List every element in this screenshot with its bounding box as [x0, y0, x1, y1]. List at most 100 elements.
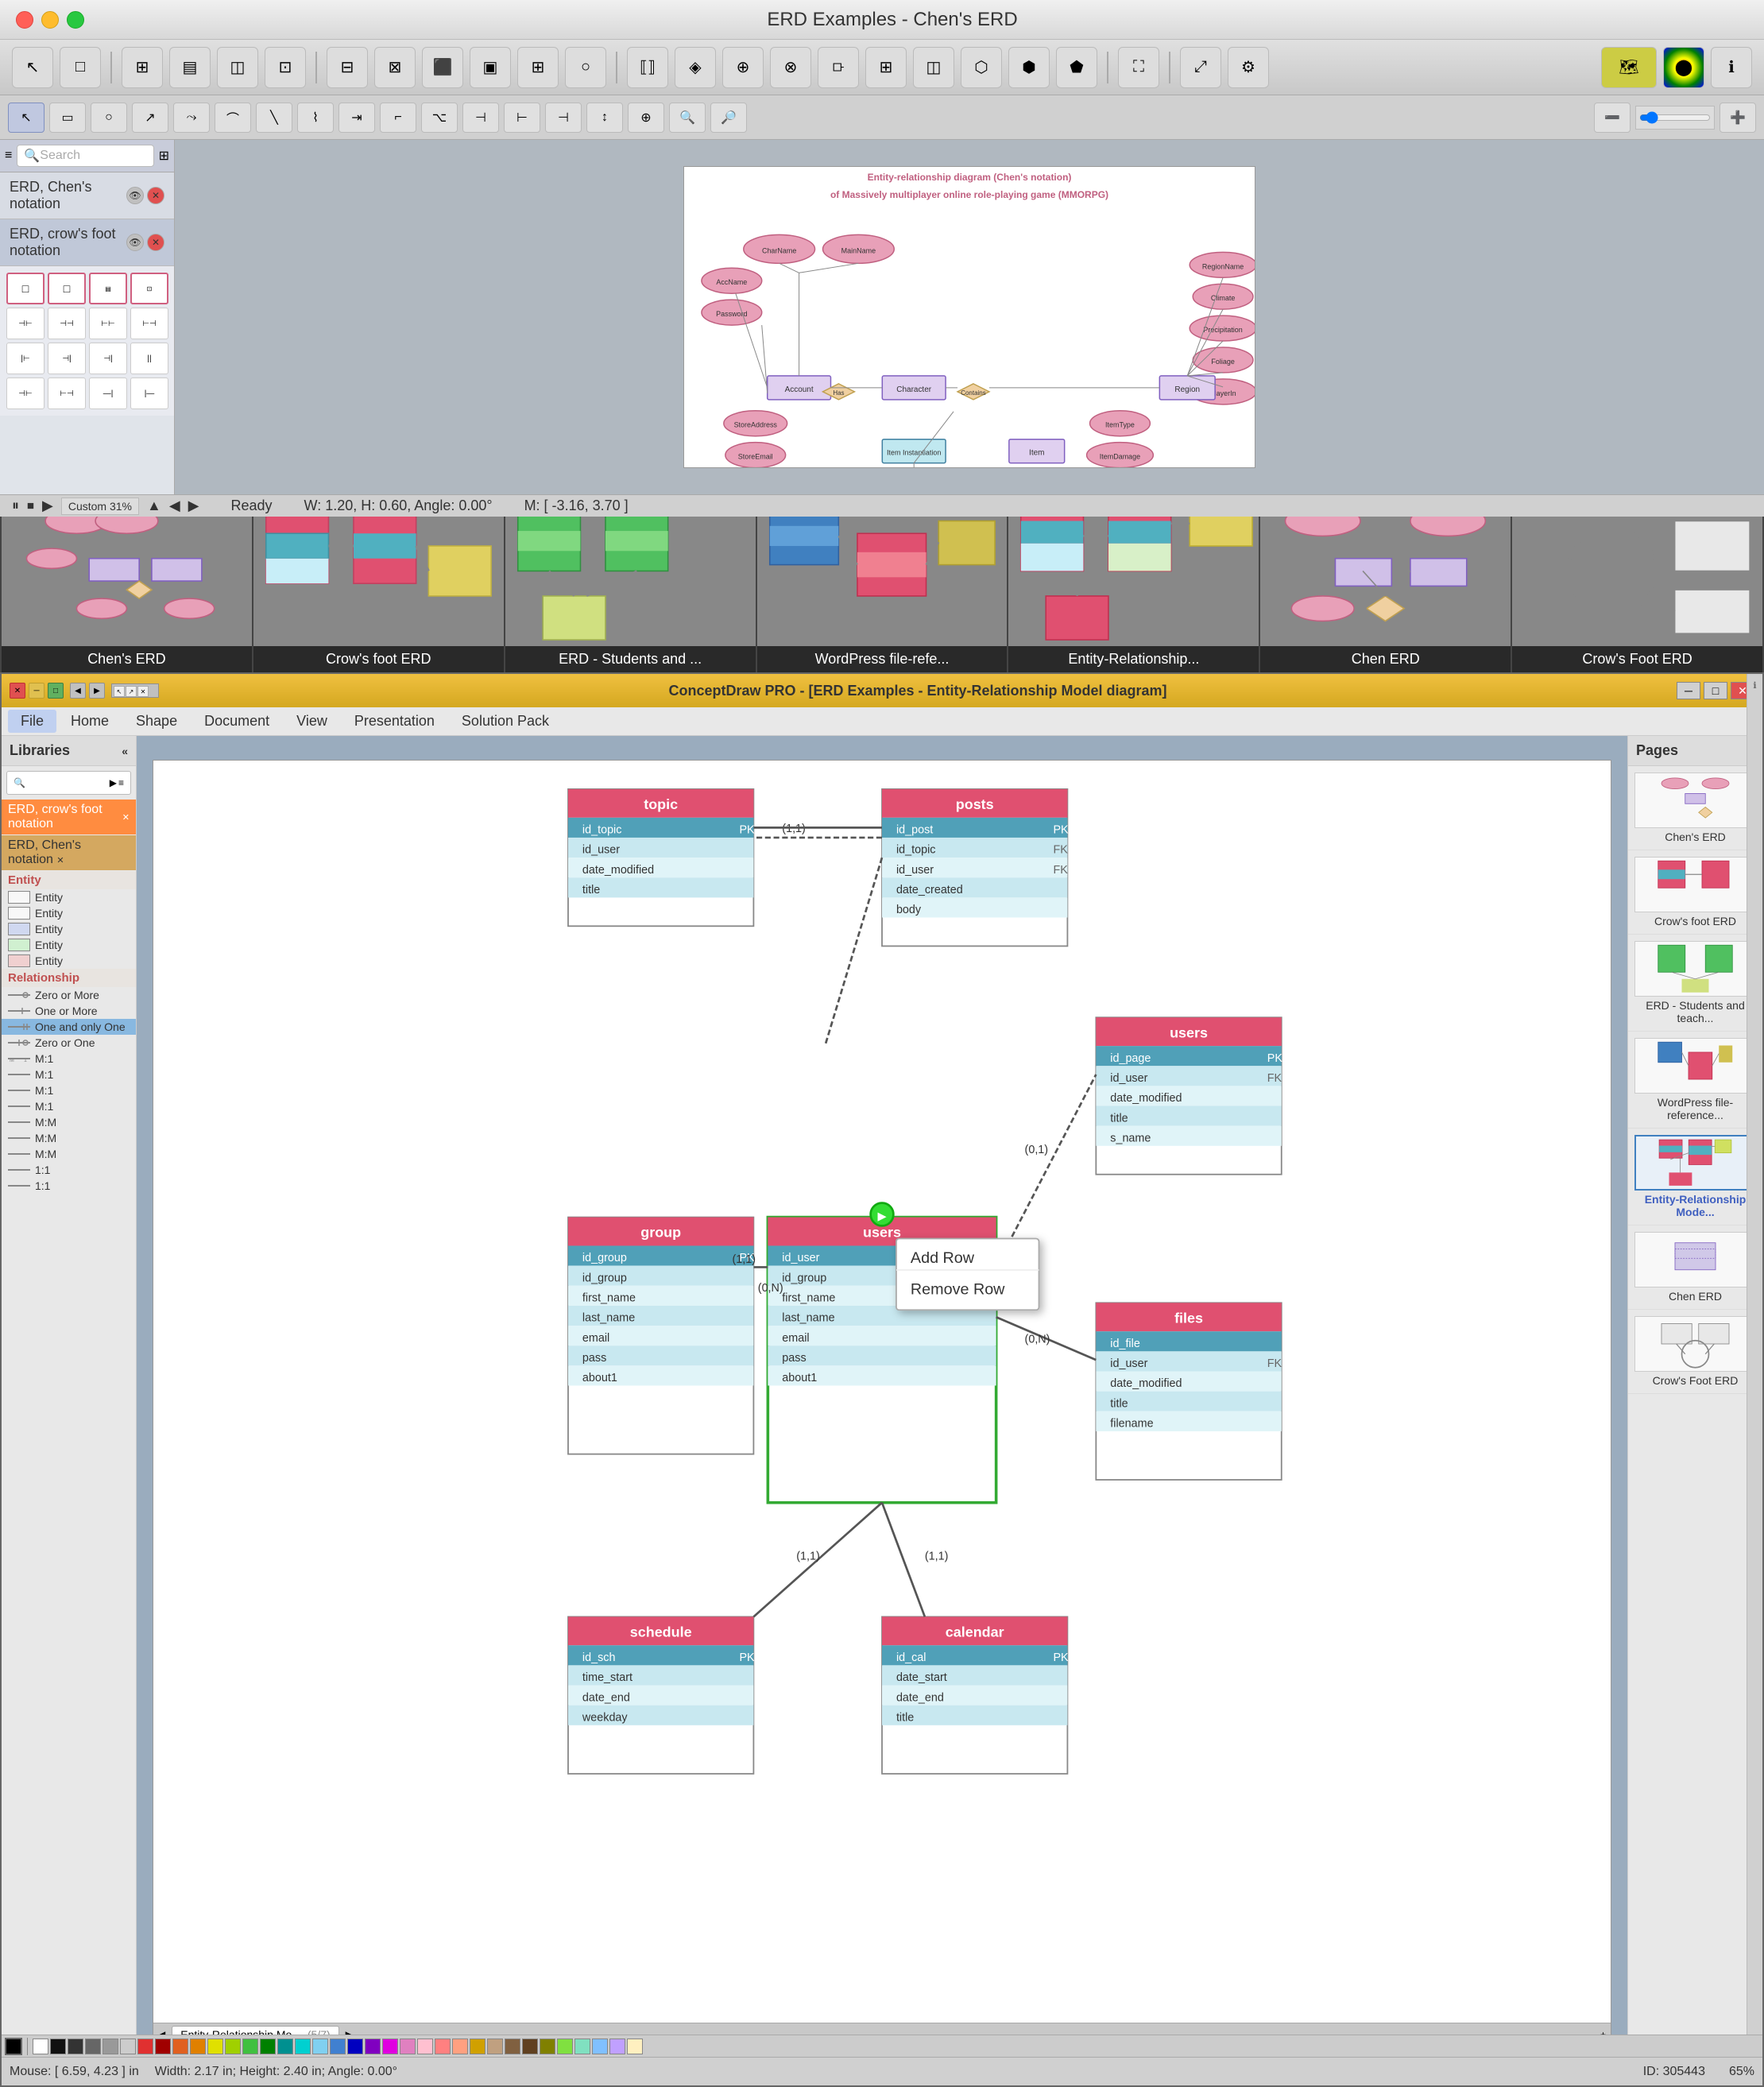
win-canvas-area[interactable]: posts id_post PK id_topic FK id_user FK …	[137, 736, 1627, 2085]
palette-blue[interactable]	[330, 2039, 346, 2054]
palette-light-pink[interactable]	[417, 2039, 433, 2054]
toolbar-icon-view[interactable]: ▤	[169, 47, 211, 88]
palette-yellow-green[interactable]	[225, 2039, 241, 2054]
toolbar-icon-pointer[interactable]: ↖	[12, 47, 53, 88]
search-list-icon[interactable]: ≡	[118, 777, 124, 788]
lib-entity-3[interactable]: Entity	[2, 921, 136, 937]
lib-rel-zero-one[interactable]: Zero or One	[2, 1035, 136, 1051]
win-nav-left-btn[interactable]: ◀	[70, 683, 86, 699]
tool-elbow[interactable]: ⌐	[380, 103, 416, 133]
toolbar-icon-4[interactable]: ⊡	[265, 47, 306, 88]
lib-mm-3[interactable]: M:M	[2, 1146, 136, 1162]
thumbnail-crows-foot[interactable]: Crow's foot ERD	[253, 517, 505, 672]
lib-m1-4[interactable]: M:1	[2, 1098, 136, 1114]
palette-rose[interactable]	[435, 2039, 451, 2054]
win-strip-btn-2[interactable]: ↗	[126, 686, 137, 697]
expand-icon[interactable]: ▲	[147, 498, 161, 514]
palette-dark-green[interactable]	[260, 2039, 276, 2054]
lib-m1-3[interactable]: M:1	[2, 1082, 136, 1098]
palette-yellow[interactable]	[207, 2039, 223, 2054]
palette-light-gray[interactable]	[103, 2039, 118, 2054]
tool-select[interactable]: ↖	[8, 103, 44, 133]
quality-select[interactable]: Custom 31%	[61, 498, 139, 515]
close-button[interactable]	[16, 11, 33, 29]
page-thumb-students[interactable]: ERD - Students and teach...	[1628, 935, 1762, 1032]
tool-9[interactable]: ↕	[586, 103, 623, 133]
toolbar-icon-3[interactable]: ◫	[217, 47, 258, 88]
stop-btn[interactable]: ⏹	[27, 498, 34, 514]
thumbnail-wordpress[interactable]: WordPress file-refe...	[757, 517, 1009, 672]
toolbar-icon-rect[interactable]: □	[60, 47, 101, 88]
lib-rel-one-more[interactable]: One or More	[2, 1003, 136, 1019]
page-thumb-crow[interactable]: Crow's foot ERD	[1628, 850, 1762, 935]
lib-11-2[interactable]: 1:1	[2, 1178, 136, 1194]
shape-crow-4[interactable]: ⊢⊣	[130, 308, 168, 339]
palette-magenta[interactable]	[382, 2039, 398, 2054]
tool-zoom-out[interactable]: 🔎	[710, 103, 747, 133]
toolbar-icon-grid[interactable]: ⊞	[122, 47, 163, 88]
sidebar-group-crow-eye[interactable]: 👁	[126, 234, 144, 251]
tool-connect[interactable]: ⤳	[173, 103, 210, 133]
toolbar-icon-9[interactable]: ⊞	[517, 47, 559, 88]
win-strip-btn-1[interactable]: ↖	[114, 686, 125, 697]
lib-mm-1[interactable]: M:M	[2, 1114, 136, 1130]
shape-entity-4[interactable]: ⊡	[130, 273, 168, 304]
shape-crow-10[interactable]: ⊢⊣	[48, 378, 86, 409]
palette-olive[interactable]	[540, 2039, 555, 2054]
palette-silver[interactable]	[120, 2039, 136, 2054]
fullscreen-button[interactable]	[67, 11, 84, 29]
lib-group-crow[interactable]: ERD, crow's foot notation ✕	[2, 800, 136, 834]
pause-btn[interactable]: ⏸	[12, 498, 19, 514]
palette-white[interactable]	[33, 2039, 48, 2054]
shape-crow-8[interactable]: ||	[130, 343, 168, 374]
lib-entity-1[interactable]: Entity	[2, 889, 136, 905]
tool-arrow[interactable]: ↗	[132, 103, 168, 133]
sidebar-filter-icon[interactable]: ⊞	[159, 148, 169, 164]
page-thumb-entity-rel[interactable]: Entity-Relationship Mode...	[1628, 1129, 1762, 1225]
palette-gray[interactable]	[85, 2039, 101, 2054]
lib-m1-1[interactable]: M1 M:1	[2, 1051, 136, 1067]
tool-10[interactable]: ⊕	[628, 103, 664, 133]
toolbar-icon-13[interactable]: ⊕	[722, 47, 764, 88]
shape-crow-2[interactable]: ⊣⊣	[48, 308, 86, 339]
sidebar-group-chen-close[interactable]: ✕	[147, 187, 164, 204]
toolbar-icon-19[interactable]: ⬢	[1008, 47, 1050, 88]
palette-brown[interactable]	[505, 2039, 520, 2054]
next-icon[interactable]: ▶	[188, 498, 199, 514]
palette-tan[interactable]	[487, 2039, 503, 2054]
sidebar-group-crow[interactable]: ERD, crow's foot notation 👁 ✕	[0, 219, 174, 266]
toolbar-icon-zoom-fit[interactable]: ⛶	[1118, 47, 1159, 88]
toolbar-icon-7[interactable]: ⬛	[422, 47, 463, 88]
tool-rect[interactable]: ▭	[49, 103, 86, 133]
play-btn[interactable]: ▶	[42, 498, 53, 514]
lib-rel-one-only[interactable]: One and only One	[2, 1019, 136, 1035]
win-strip-btn-3[interactable]: ✕	[137, 686, 149, 697]
sidebar-search-field[interactable]: 🔍 Search	[17, 145, 153, 167]
menu-presentation[interactable]: Presentation	[342, 710, 447, 733]
shape-crow-12[interactable]: |—	[130, 378, 168, 409]
shape-crow-6[interactable]: ⊣|	[48, 343, 86, 374]
toolbar-icon-8[interactable]: ▣	[470, 47, 511, 88]
shape-crow-1[interactable]: ⊣⊢	[6, 308, 44, 339]
sidebar-group-crow-close[interactable]: ✕	[147, 234, 164, 251]
palette-green[interactable]	[242, 2039, 258, 2054]
palette-dark-brown[interactable]	[522, 2039, 538, 2054]
palette-dark-blue[interactable]	[347, 2039, 363, 2054]
toolbar-icon-map[interactable]: 🗺	[1601, 47, 1657, 88]
lib-entity-4[interactable]: Entity	[2, 937, 136, 953]
win-nav-right-btn[interactable]: ▶	[89, 683, 105, 699]
thumbnail-students[interactable]: ERD - Students and ...	[505, 517, 757, 672]
toolbar-icon-20[interactable]: ⬟	[1056, 47, 1097, 88]
palette-purple[interactable]	[365, 2039, 381, 2054]
tool-6[interactable]: ⊣	[462, 103, 499, 133]
toolbar-icon-16[interactable]: ⊞	[865, 47, 907, 88]
lib-entity-5[interactable]: Entity	[2, 953, 136, 969]
minimize-button[interactable]	[41, 11, 59, 29]
menu-document[interactable]: Document	[191, 710, 282, 733]
toolbar-icon-share[interactable]: ⤢	[1180, 47, 1221, 88]
palette-red[interactable]	[137, 2039, 153, 2054]
shape-crow-11[interactable]: —|	[89, 378, 127, 409]
toolbar-icon-17[interactable]: ◫	[913, 47, 954, 88]
sidebar-list-icon[interactable]: ≡	[5, 149, 12, 163]
menu-view[interactable]: View	[284, 710, 340, 733]
